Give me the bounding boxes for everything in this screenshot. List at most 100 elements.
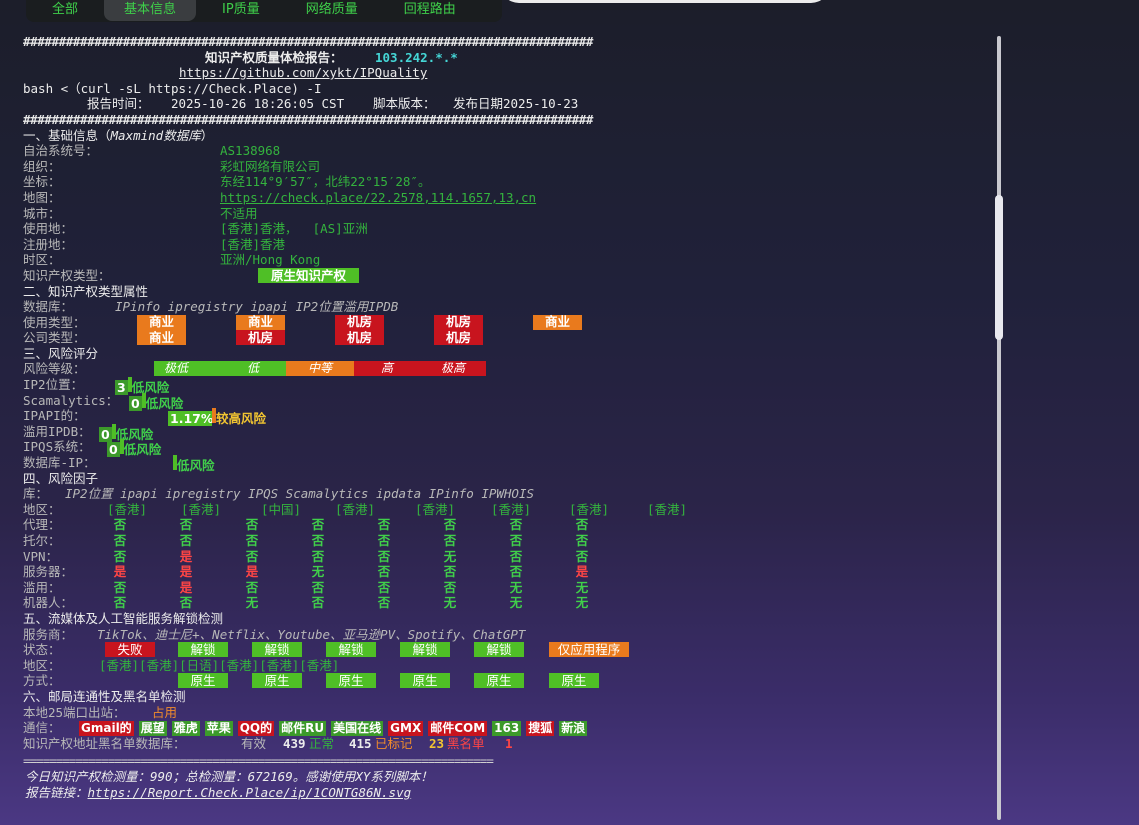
basic-info-row: 组织： 彩虹网络有限公司 xyxy=(23,159,988,175)
risk-score-row: 数据库-IP： 低风险 xyxy=(23,455,988,473)
basic-info-label: 自治系统号： xyxy=(23,143,99,159)
port-value: 占用 xyxy=(152,704,178,720)
scrollbar-thumb[interactable] xyxy=(995,195,1003,340)
risk-score-label: 滥用IPDB： xyxy=(23,423,91,439)
factor-value: 否 xyxy=(377,533,391,548)
stream-region-row: 地区： [香港][香港][日语][香港][香港][香港] xyxy=(23,658,988,674)
factor-value: 否 xyxy=(443,564,457,580)
basic-info-label: 城市： xyxy=(23,205,61,221)
factor-value: 无 xyxy=(509,595,523,611)
tab-bar: 全部 基本信息 IP质量 网络质量 回程路由 xyxy=(26,0,502,22)
unlock-method-badge: 原生 xyxy=(326,673,376,689)
factor-value: 否 xyxy=(509,564,523,580)
section-streaming-title: 五、流媒体及人工智能服务解锁检测 xyxy=(23,610,224,626)
type-db-list: IPinfo ipregistry ipapi IP2位置滥用IPDB xyxy=(115,299,399,315)
factor-value: 否 xyxy=(377,548,391,564)
unlock-method-badge: 原生 xyxy=(474,673,524,689)
blacklist-marked-label: 已标记 xyxy=(375,735,413,751)
tab-network-quality[interactable]: 网络质量 xyxy=(286,0,378,21)
company-type-label: 公司类型： xyxy=(23,330,86,346)
factor-value: 是 xyxy=(179,548,193,564)
risk-score-row: Scamalytics： 0 低风险 xyxy=(23,392,988,411)
factor-row: 机器人： 否 否 无 否 否 无 无 无 xyxy=(23,595,988,611)
service-label: 服务商： xyxy=(23,626,74,642)
company-type-badge: 商业 xyxy=(137,330,186,346)
factor-value: 否 xyxy=(377,595,391,611)
factor-value: 无 xyxy=(575,579,589,595)
factor-row: 滥用： 否 是 否 否 否 否 无 无 xyxy=(23,580,988,596)
mail-provider-badge: 邮件COM xyxy=(428,721,488,737)
factor-value: 否 xyxy=(443,517,457,533)
report-ip: 103.242.*.* xyxy=(375,49,458,65)
factor-value: 是 xyxy=(179,579,193,595)
footer-link[interactable]: https://Report.Check.Place/ip/1CONTG86N.… xyxy=(88,785,412,800)
hash-line: ########################################… xyxy=(23,34,594,49)
risk-scale: 极低低中等高极高 xyxy=(154,361,486,377)
basic-info-value[interactable]: https://check.place/22.2578,114.1657,13,… xyxy=(220,190,536,206)
factor-lib-row: 库： IP2位置 ipapi ipregistry IPQS Scamalyti… xyxy=(23,486,988,502)
status-row: 状态： 失败 解锁 解锁 解锁 解锁 解锁 仅应用程序 xyxy=(23,642,988,658)
factor-value: 是 xyxy=(245,564,259,580)
tab-route[interactable]: 回程路由 xyxy=(384,0,476,21)
factor-value: 否 xyxy=(311,595,325,611)
port-row: 本地25端口出站： 占用 xyxy=(23,705,988,721)
factor-value: 否 xyxy=(377,517,391,533)
unlock-status-badge: 解锁 xyxy=(400,642,450,658)
tab-all[interactable]: 全部 xyxy=(32,0,98,21)
factor-region: [香港] xyxy=(107,501,148,517)
terminal-output: ########################################… xyxy=(23,34,988,800)
mail-provider-badge: 苹果 xyxy=(204,721,233,737)
unlock-method-badge: 原生 xyxy=(400,673,450,689)
factor-value: 否 xyxy=(245,533,259,548)
factor-label: 代理： xyxy=(23,517,61,533)
factor-value: 否 xyxy=(509,517,523,533)
version-value: 发布日期2025-10-23 xyxy=(453,96,579,112)
factor-region: [香港] xyxy=(415,501,456,517)
status-label: 状态： xyxy=(23,642,61,658)
unlock-status-badge: 失败 xyxy=(105,642,155,658)
tab-basic-info[interactable]: 基本信息 xyxy=(104,0,197,21)
mail-provider-badge: 搜狐 xyxy=(526,721,555,737)
section-type-attr-title: 二、知识产权类型属性 xyxy=(23,283,149,299)
basic-info-row: 自治系统号： AS138968 xyxy=(23,143,988,159)
report-title-row: 知识产权质量体检报告： 103.242.*.* xyxy=(23,50,988,66)
basic-info-value: AS138968 xyxy=(220,143,281,159)
factor-label: VPN： xyxy=(23,548,59,564)
blacklist-black: 1 xyxy=(505,735,513,751)
blacklist-black-label: 黑名单 xyxy=(447,735,485,751)
report-time-label: 报告时间： xyxy=(87,96,150,112)
command-line: bash <（curl -sL https://Check.Place) -I xyxy=(23,80,322,96)
factor-value: 否 xyxy=(113,517,127,533)
hash-line-2: ########################################… xyxy=(23,111,594,127)
footer-link-label: 报告链接： xyxy=(25,784,88,800)
basic-info-row: 地图： https://check.place/22.2578,114.1657,… xyxy=(23,190,988,206)
factor-lib-label: 库： xyxy=(23,486,49,502)
port-label: 本地25端口出站： xyxy=(23,704,126,720)
tab-ip-quality[interactable]: IP质量 xyxy=(202,0,280,21)
factor-value: 无 xyxy=(245,595,259,611)
scrollbar-track[interactable] xyxy=(997,36,1001,820)
mail-provider-badge: Gmail的 xyxy=(79,721,134,737)
basic-info-label: 坐标： xyxy=(23,174,61,190)
factor-value: 无 xyxy=(443,595,457,611)
mail-provider-badge: 163 xyxy=(492,721,522,737)
mail-provider-badge: 新浪 xyxy=(559,721,588,737)
factor-value: 否 xyxy=(377,579,391,595)
risk-scale-segment: 低 xyxy=(220,361,286,377)
method-label: 方式： xyxy=(23,673,61,689)
factor-region: [香港] xyxy=(491,501,532,517)
ip-type-badge: 原生知识产权 xyxy=(258,268,359,283)
mail-provider-badge: GMX xyxy=(388,721,424,737)
factor-value: 否 xyxy=(113,533,127,548)
factor-value: 否 xyxy=(575,533,589,548)
repo-link[interactable]: https://github.com/xykt/IPQuality xyxy=(179,65,427,81)
factor-value: 否 xyxy=(179,533,193,548)
unlock-method-badge: 原生 xyxy=(549,673,599,689)
mail-conn-label: 通信： xyxy=(23,720,61,736)
basic-info-value: [香港]香港 xyxy=(220,236,286,252)
factor-value: 无 xyxy=(443,548,457,564)
factor-value: 否 xyxy=(179,517,193,533)
address-bar-edge xyxy=(500,0,830,3)
risk-score-label: Scamalytics： xyxy=(23,392,119,408)
factor-value: 是 xyxy=(575,564,589,580)
